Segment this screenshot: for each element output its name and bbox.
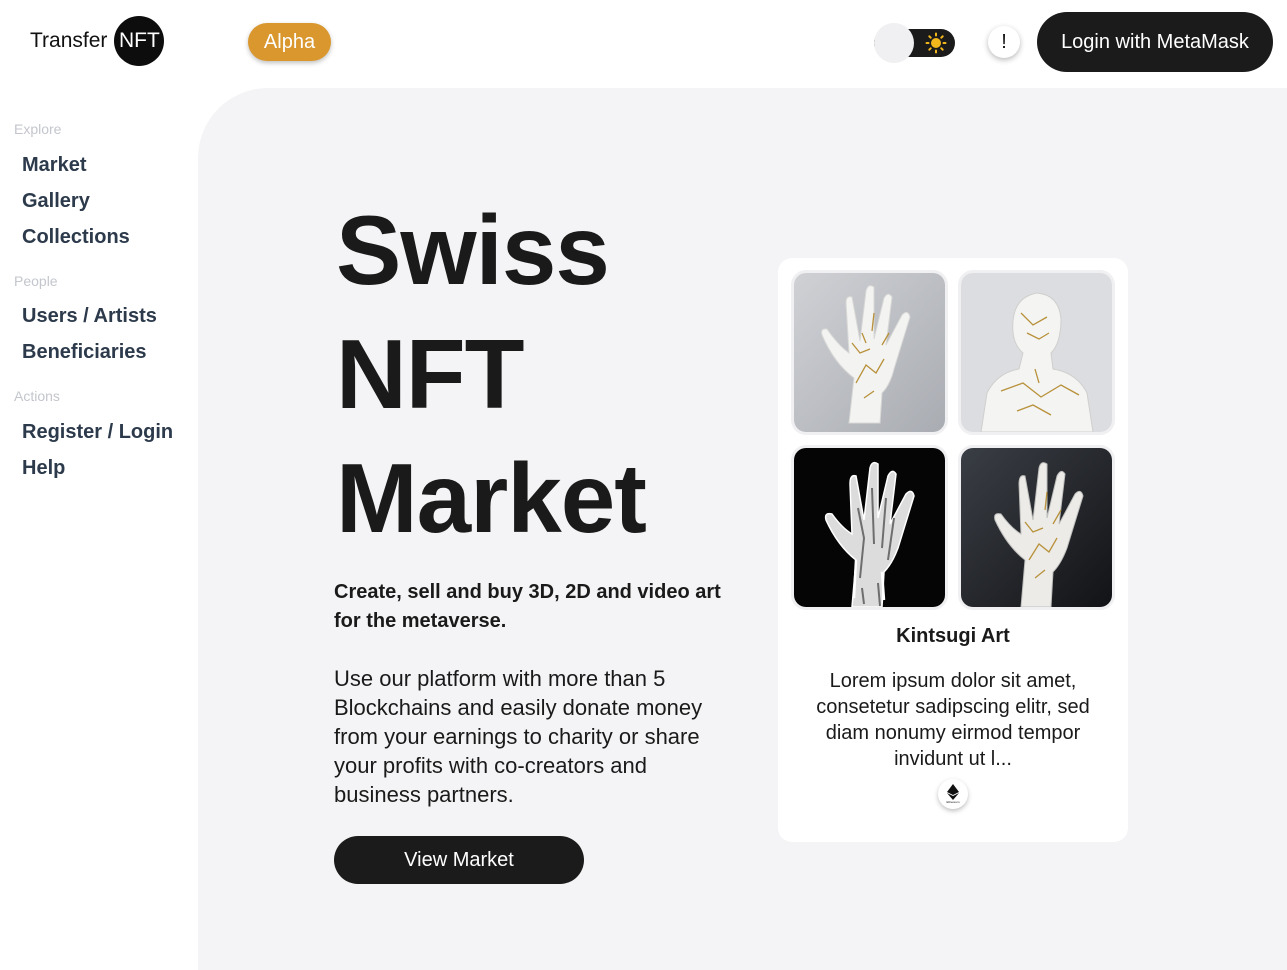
nft-card[interactable]: Kintsugi Art Lorem ipsum dolor sit amet,… [778,258,1128,842]
chain-label: Ethereum [946,800,960,804]
nft-image-chrome-hand[interactable] [794,448,945,607]
nav-item-market[interactable]: Market [22,154,86,177]
toggle-knob [874,23,914,63]
theme-toggle[interactable] [874,23,955,63]
nav-section-people: People [14,273,58,289]
logo[interactable]: Transfer NFT [30,16,165,66]
hero-subtitle: Create, sell and buy 3D, 2D and video ar… [334,581,721,632]
logo-text: Transfer [30,29,108,52]
view-market-button[interactable]: View Market [334,836,584,884]
card-title: Kintsugi Art [896,625,1010,647]
nft-image-kintsugi-bust[interactable] [961,273,1112,432]
hero-title-line: Market [336,443,647,553]
nav-section-actions: Actions [14,388,60,404]
nav-item-gallery[interactable]: Gallery [22,190,90,213]
nav-item-collections[interactable]: Collections [22,226,130,249]
hero-title: Swiss NFT Market [336,188,647,560]
hero-title-line: NFT [336,319,524,429]
nav-item-users-artists[interactable]: Users / Artists [22,305,157,328]
main-content: Swiss NFT Market Create, sell and buy 3D… [198,88,1287,970]
nft-image-kintsugi-hand[interactable] [794,273,945,432]
hero-description: Use our platform with more than 5 Blockc… [334,666,703,807]
nav-section-explore: Explore [14,121,62,137]
nav-item-help[interactable]: Help [22,457,65,480]
alpha-badge: Alpha [248,23,331,61]
nav-item-register-login[interactable]: Register / Login [22,421,173,444]
sun-icon [925,32,947,54]
hero-title-line: Swiss [336,195,610,305]
nft-image-white-hand-dark[interactable] [961,448,1112,607]
nav-item-beneficiaries[interactable]: Beneficiaries [22,341,147,364]
logo-badge: NFT [114,16,165,66]
info-button[interactable]: ! [988,26,1020,58]
card-description: Lorem ipsum dolor sit amet, consetetur s… [816,670,1090,770]
ethereum-glyph-icon [947,784,959,800]
ethereum-icon: Ethereum [938,779,968,809]
login-metamask-button[interactable]: Login with MetaMask [1037,12,1273,72]
